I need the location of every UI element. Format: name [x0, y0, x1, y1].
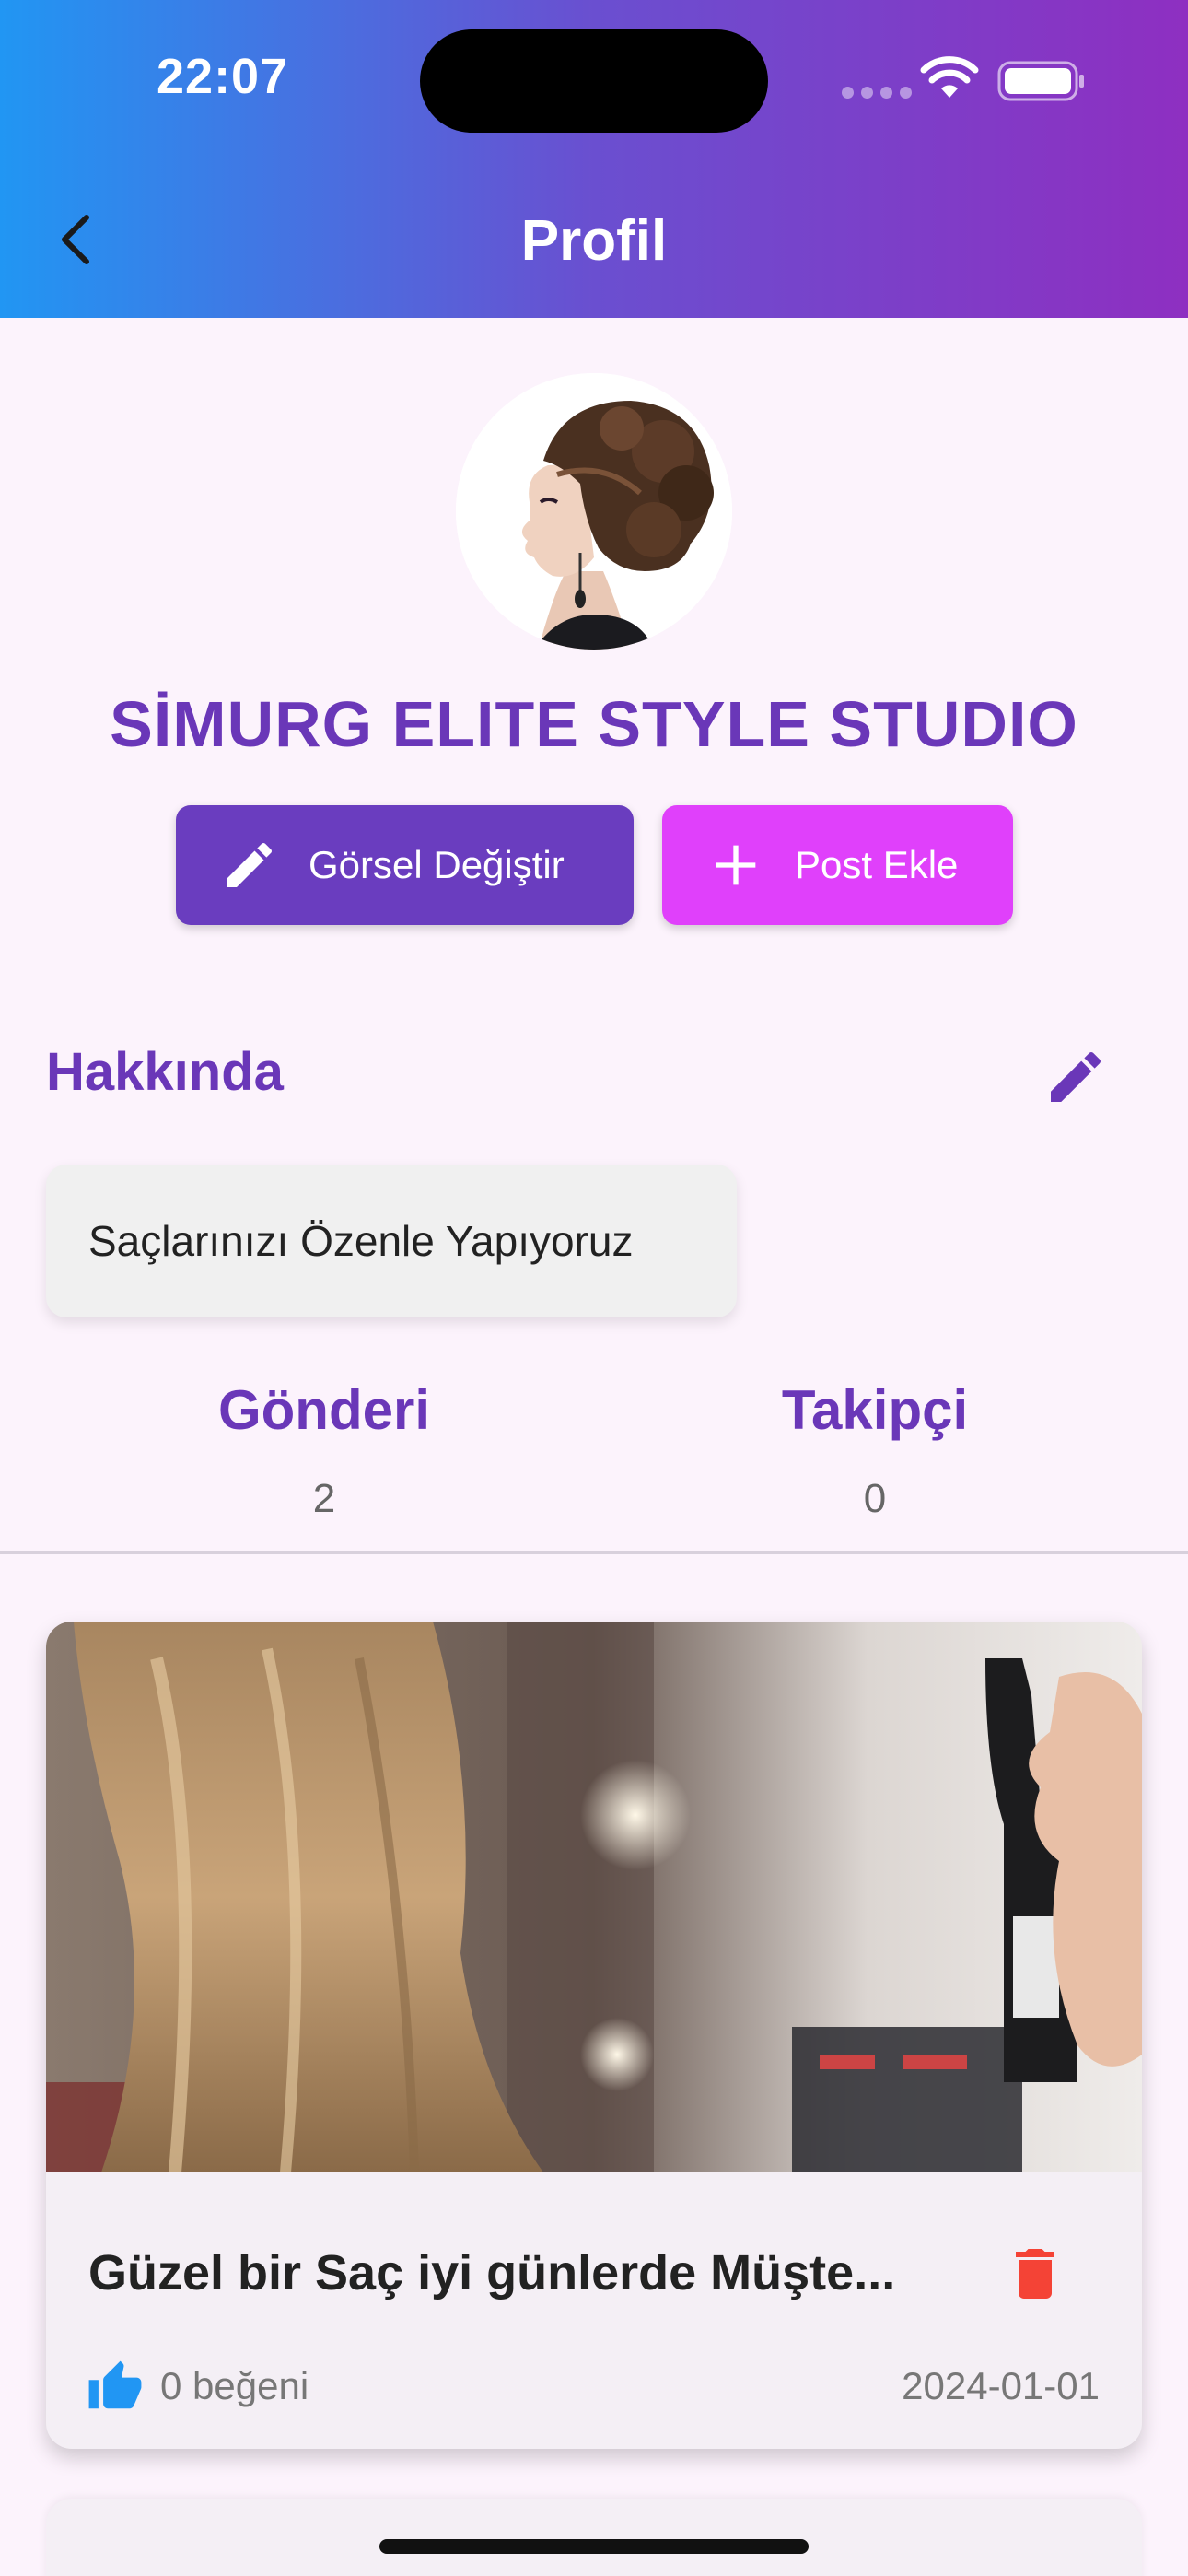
wifi-icon — [920, 56, 979, 98]
battery-icon — [997, 61, 1084, 101]
post-like-count: 0 beğeni — [160, 2364, 309, 2407]
cellular-signal-icon — [842, 87, 919, 103]
change-image-button[interactable]: Görsel Değiştir — [176, 805, 634, 925]
delete-post-button[interactable] — [1002, 2241, 1068, 2307]
followers-count-label: Takipçi — [781, 1379, 969, 1441]
about-title: Hakkında — [46, 1042, 284, 1102]
add-post-label: Post Ekle — [795, 843, 959, 886]
thumb-up-icon[interactable] — [87, 2359, 144, 2416]
dynamic-island — [420, 29, 768, 133]
next-post-card[interactable] — [46, 2499, 1142, 2576]
divider — [0, 1551, 1188, 1554]
business-name: SİMURG ELITE STYLE STUDIO — [110, 688, 1078, 760]
posts-count-label: Gönderi — [217, 1379, 430, 1441]
app-header: 22:07 Profil — [0, 0, 1188, 318]
post-title[interactable]: Güzel bir Saç iyi günlerde Müşte... — [88, 2244, 973, 2301]
post-image[interactable] — [46, 1622, 1142, 2172]
plus-icon — [716, 845, 756, 885]
page-title: Profil — [520, 209, 668, 273]
followers-count-value: 0 — [863, 1476, 887, 1521]
profile-photo — [456, 373, 732, 650]
post-date: 2024-01-01 — [902, 2364, 1100, 2407]
status-time: 22:07 — [157, 49, 289, 104]
post-card[interactable]: Güzel bir Saç iyi günlerde Müşte... 0 be… — [46, 1622, 1142, 2449]
about-text: Saçlarınızı Özenle Yapıyoruz — [46, 1165, 737, 1317]
add-post-button[interactable]: Post Ekle — [662, 805, 1013, 925]
pencil-icon — [227, 842, 273, 887]
posts-count-value: 2 — [312, 1476, 336, 1521]
home-indicator — [379, 2539, 809, 2554]
change-image-label: Görsel Değiştir — [309, 843, 565, 886]
avatar — [456, 373, 732, 650]
edit-about-button[interactable] — [1042, 1044, 1109, 1110]
